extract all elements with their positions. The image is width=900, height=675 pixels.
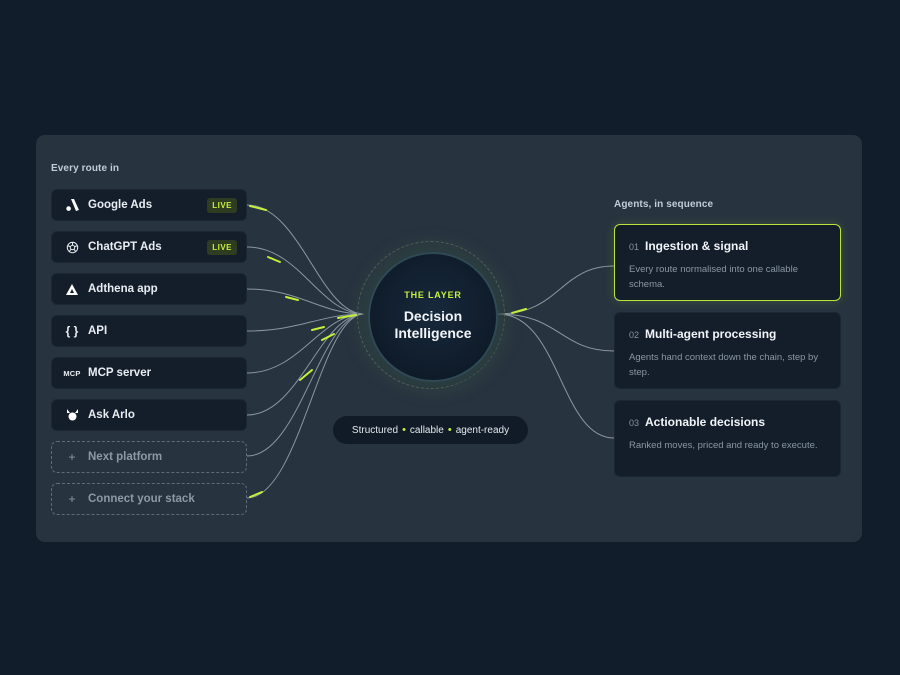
dot-separator: •: [447, 424, 452, 436]
agents-list: 01 Ingestion & signal Every route normal…: [614, 224, 841, 488]
right-heading: Agents, in sequence: [614, 199, 714, 210]
route-mcp-server[interactable]: MCP MCP server: [51, 357, 247, 389]
hub-title-line: Decision: [403, 308, 463, 324]
route-next-platform[interactable]: + Next platform: [51, 441, 247, 473]
capabilities-pill: Structured • callable • agent-ready: [333, 416, 528, 444]
routes-list: Google Ads LIVE ChatGPT Ads LIVE Adthena…: [51, 189, 247, 525]
route-label: MCP server: [88, 367, 152, 379]
adthena-icon: [61, 283, 83, 295]
agent-number: 01: [629, 242, 640, 252]
route-adthena-app[interactable]: Adthena app: [51, 273, 247, 305]
route-label: API: [88, 325, 108, 337]
agent-description: Every route normalised into one callable…: [629, 264, 798, 290]
route-label: Next platform: [88, 451, 163, 463]
pill-text: Structured: [351, 424, 399, 436]
pill-text: agent-ready: [455, 424, 510, 436]
agent-card-multi-agent[interactable]: 02 Multi-agent processing Agents hand co…: [614, 312, 841, 389]
plus-icon: +: [68, 450, 76, 464]
route-label: ChatGPT Ads: [88, 241, 162, 253]
hub-title-line: Intelligence: [394, 325, 472, 341]
route-label: Adthena app: [88, 283, 158, 295]
google-ads-icon: [61, 199, 83, 211]
agent-name: Ingestion & signal: [645, 239, 749, 253]
agent-name: Actionable decisions: [645, 415, 766, 429]
pill-text: callable: [409, 424, 444, 436]
route-connect-stack[interactable]: + Connect your stack: [51, 483, 247, 515]
chatgpt-icon: [61, 241, 83, 254]
live-badge: LIVE: [207, 240, 237, 255]
hub-title: Decision Intelligence: [370, 308, 496, 342]
plus-icon: +: [68, 492, 76, 506]
route-ask-arlo[interactable]: Ask Arlo: [51, 399, 247, 431]
route-label: Google Ads: [88, 199, 153, 211]
mcp-icon: MCP: [63, 368, 81, 378]
agent-name: Multi-agent processing: [645, 327, 777, 341]
agent-number: 03: [629, 418, 640, 428]
agent-number: 02: [629, 330, 640, 340]
route-chatgpt-ads[interactable]: ChatGPT Ads LIVE: [51, 231, 247, 263]
agent-card-ingestion[interactable]: 01 Ingestion & signal Every route normal…: [614, 224, 841, 301]
route-api[interactable]: { } API: [51, 315, 247, 347]
agent-description: Agents hand context down the chain, step…: [629, 352, 819, 378]
left-heading: Every route in: [51, 163, 120, 174]
hub-kicker: THE LAYER: [404, 290, 462, 300]
agent-card-actionable[interactable]: 03 Actionable decisions Ranked moves, pr…: [614, 400, 841, 477]
route-google-ads[interactable]: Google Ads LIVE: [51, 189, 247, 221]
route-label: Connect your stack: [88, 493, 195, 505]
agent-description: Ranked moves, priced and ready to execut…: [629, 440, 818, 451]
braces-icon: { }: [65, 324, 79, 338]
route-label: Ask Arlo: [88, 409, 135, 421]
arlo-icon: [61, 409, 83, 421]
dot-separator: •: [402, 424, 406, 436]
decision-intelligence-hub: THE LAYER Decision Intelligence: [368, 252, 498, 382]
live-badge: LIVE: [207, 198, 237, 213]
